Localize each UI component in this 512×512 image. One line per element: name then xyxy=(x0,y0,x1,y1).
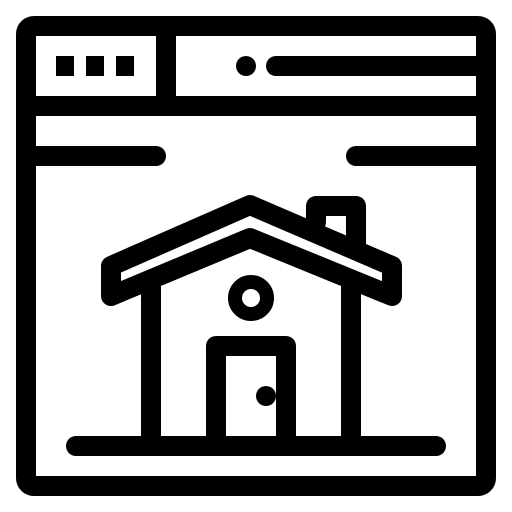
browser-window-frame-icon xyxy=(16,16,496,496)
round-window-icon xyxy=(228,275,274,321)
window-control-3-icon xyxy=(116,56,134,76)
house-walls-icon xyxy=(141,270,361,450)
door-knob-icon xyxy=(256,386,276,406)
home-webpage-illustration xyxy=(16,16,496,496)
home-webpage-icon xyxy=(0,0,512,512)
window-control-2-icon xyxy=(86,56,104,76)
window-control-1-icon xyxy=(56,56,74,76)
address-dot-icon xyxy=(236,56,256,76)
